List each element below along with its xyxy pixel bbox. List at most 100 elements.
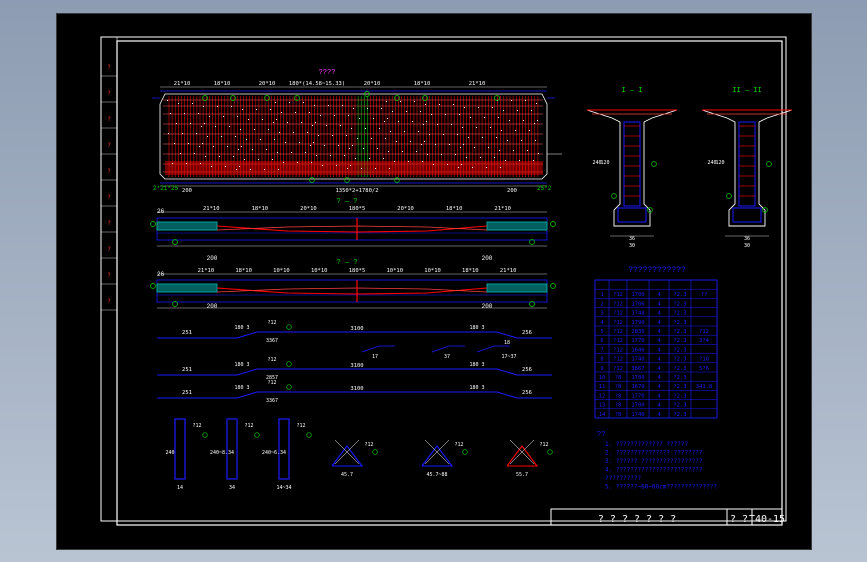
rebar-marker <box>286 361 292 367</box>
tie-point <box>180 153 181 154</box>
tie-point <box>361 168 362 169</box>
tie-point <box>392 111 393 112</box>
table-cell: 1740 <box>631 357 644 363</box>
table-cell: ?2.3 <box>673 375 686 381</box>
tie-point <box>211 166 212 167</box>
tie-point <box>494 157 495 158</box>
table-cell: ?12 <box>613 320 623 326</box>
tie-point <box>281 112 282 113</box>
triangle-dim: 45.7~88 <box>426 472 447 478</box>
plan-dim: 21*10 <box>198 268 215 274</box>
tie-point <box>404 131 405 132</box>
stirrup-sub: 34 <box>229 485 235 491</box>
margin-label: ? <box>107 246 111 253</box>
tie-point <box>492 107 493 108</box>
tie-point <box>435 144 436 145</box>
plan-dim: 21*10 <box>500 268 517 274</box>
tie-point <box>421 144 422 145</box>
tie-point <box>190 123 191 124</box>
rebar-line <box>157 391 552 399</box>
tie-point <box>533 160 534 161</box>
tie-point <box>496 137 497 138</box>
tie-point <box>315 122 316 123</box>
margin-label: ? <box>107 116 111 123</box>
tie-point <box>205 156 206 157</box>
margin-label: ? <box>107 142 111 149</box>
rebar-dim: 256 <box>522 330 532 336</box>
tie-point <box>385 138 386 139</box>
tie-point <box>507 140 508 141</box>
note-line: 5. ??????~60~60cm?????????????? <box>605 484 717 491</box>
tie-point <box>500 167 501 168</box>
rebar-tag: 3367 <box>266 398 278 404</box>
tie-point <box>400 101 401 102</box>
tie-point <box>503 110 504 111</box>
margin-label: ? <box>107 168 111 175</box>
tie-point <box>426 121 427 122</box>
triangle-bar <box>421 445 454 467</box>
tie-point <box>235 136 236 137</box>
rebar-tag: 17~37 <box>501 354 516 360</box>
tie-point <box>394 161 395 162</box>
margin-label: ? <box>107 90 111 97</box>
tie-point <box>204 123 205 124</box>
tie-point <box>278 169 279 170</box>
tie-point <box>276 119 277 120</box>
table-cell: ?12 <box>613 366 623 372</box>
tie-point <box>439 104 440 105</box>
tie-point <box>305 152 306 153</box>
table-cell: 2 <box>600 301 603 307</box>
tie-point <box>275 102 276 103</box>
triangle-tag: ?12 <box>364 442 373 448</box>
tie-point <box>431 114 432 115</box>
table-cell: ?8 <box>615 384 622 390</box>
plan-2-title: ? — ? <box>336 259 357 267</box>
tie-point <box>213 146 214 147</box>
section-dim: 36 <box>629 236 635 242</box>
tie-point <box>172 163 173 164</box>
tie-point <box>384 121 385 122</box>
tie-point <box>474 147 475 148</box>
elevation-dims-top: 21*10 18*10 20*10 180*(14.58~15.33) 20*10 18*… <box>160 81 547 88</box>
tie-point <box>236 169 237 170</box>
table-cell: ?12 <box>613 311 623 317</box>
section-dim: 120 <box>715 160 724 166</box>
tie-point <box>250 169 251 170</box>
section-bottom-bar <box>617 207 647 223</box>
plan-dim: 10*10 <box>311 268 328 274</box>
tie-point <box>433 164 434 165</box>
rebar-tag: ?12 <box>267 357 276 363</box>
section-outline <box>701 109 793 227</box>
rebar-dim: 3100 <box>350 326 363 332</box>
note-line: ?????????? <box>605 475 642 482</box>
stirrup-marker <box>202 432 208 438</box>
cad-viewport[interactable]: ?????????? ? ? ? ? ? ? ? ? ? T40-15 ????… <box>56 13 812 550</box>
tie-point <box>536 103 537 104</box>
tie-point <box>260 139 261 140</box>
plan-end-hatch <box>156 221 218 231</box>
elevation-marker <box>344 177 350 183</box>
tie-point <box>499 150 500 151</box>
tie-point <box>357 138 358 139</box>
note-line: 3. ?????? ????????????????? <box>605 458 703 465</box>
section-dim: 120 <box>600 160 609 166</box>
table-cell: 4 <box>657 403 661 409</box>
plan-end-hatch <box>156 283 218 293</box>
tie-point <box>344 155 345 156</box>
elevation-dim-top: 20*10 <box>364 81 381 87</box>
tie-point <box>194 153 195 154</box>
plan-dim: 21*10 <box>494 206 511 212</box>
rebar-tag: 180 3 <box>469 362 484 368</box>
rebar-dim: 251 <box>182 390 192 396</box>
tie-point <box>326 125 327 126</box>
tie-point <box>338 145 339 146</box>
tie-point <box>178 103 179 104</box>
elevation-title: ???? <box>319 69 336 77</box>
tie-point <box>274 139 275 140</box>
tie-point <box>168 133 169 134</box>
table-cell: 5?6 <box>699 366 709 372</box>
tie-point <box>527 150 528 151</box>
table-cell: 1770 <box>631 393 644 399</box>
rebar-tag: ?12 <box>267 320 276 326</box>
tie-point <box>237 116 238 117</box>
